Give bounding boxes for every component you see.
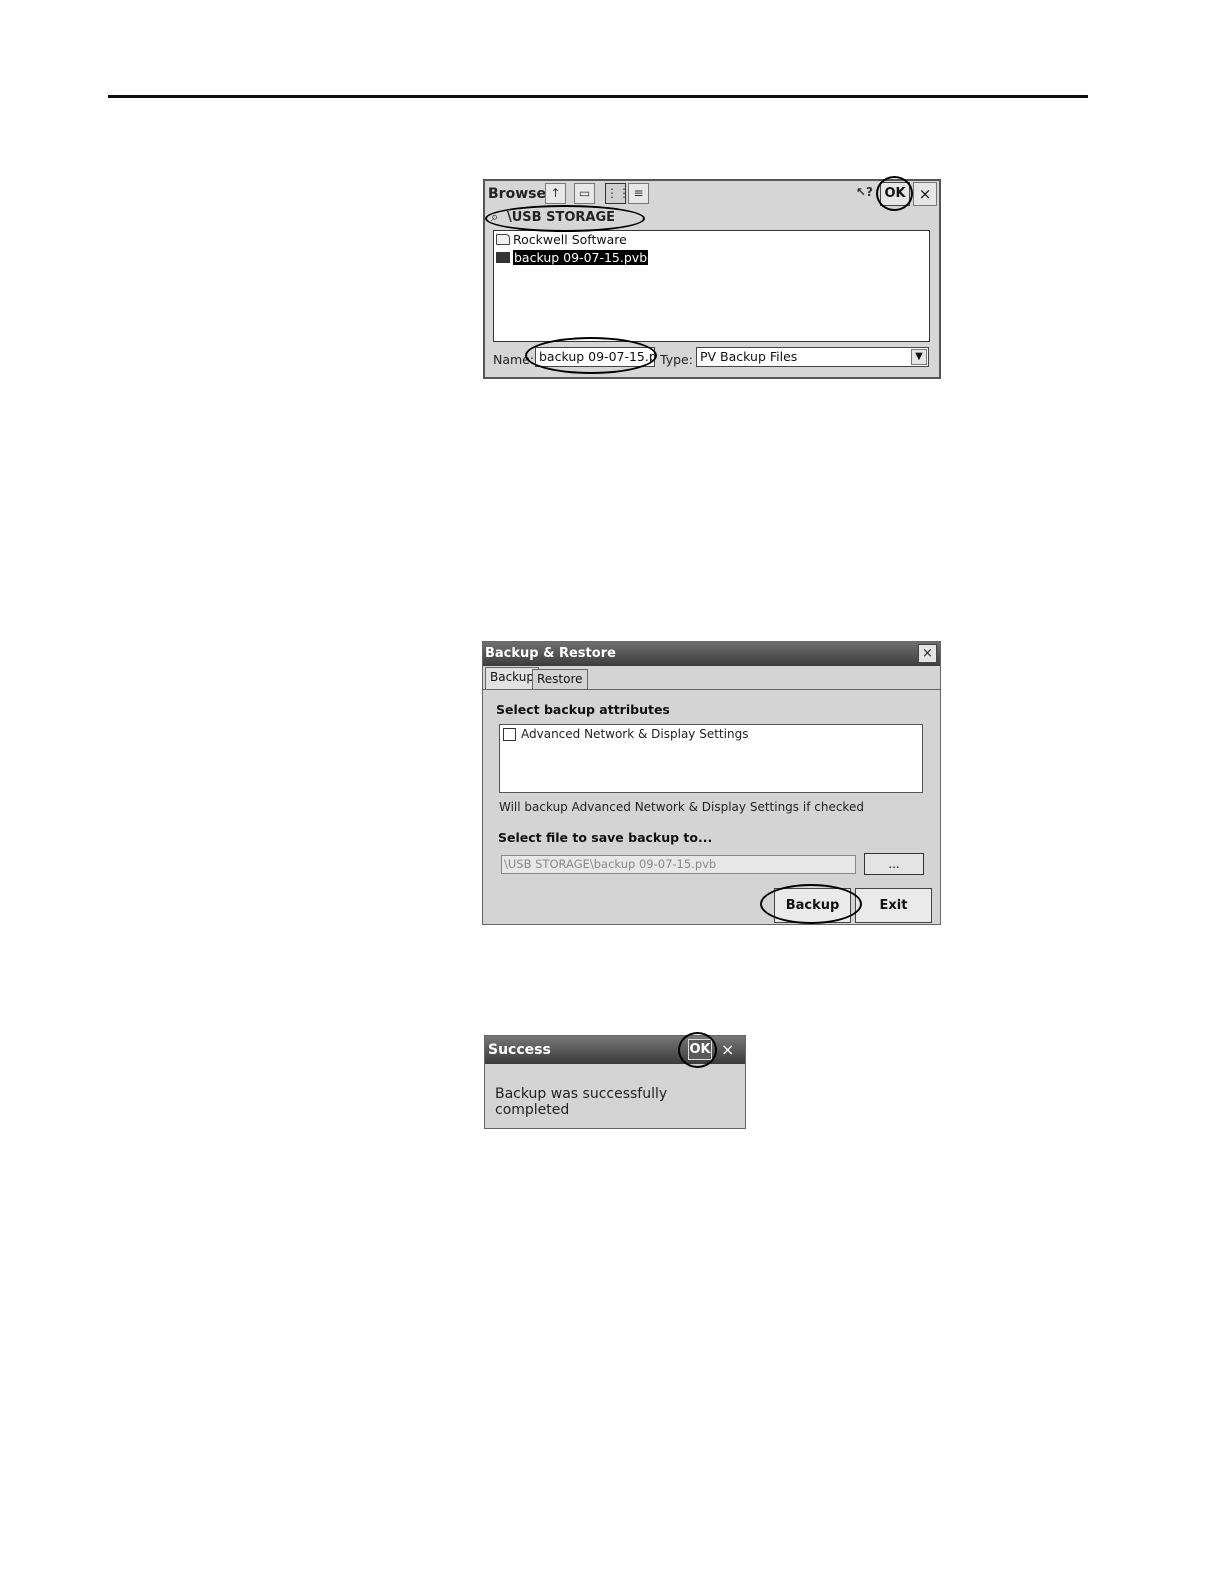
browse-ok-button[interactable]: OK — [880, 182, 910, 206]
drive-icon: ⌕ — [491, 210, 499, 225]
new-folder-icon[interactable]: ▭ — [574, 183, 595, 204]
current-path-label: \USB STORAGE — [507, 210, 616, 225]
file-heading: Select file to save backup to... — [498, 830, 713, 845]
file-list[interactable]: Rockwell Software backup 09-07-15.pvb — [493, 230, 930, 342]
help-cursor-icon[interactable]: ↖? — [854, 183, 875, 204]
dropdown-arrow-icon[interactable]: ▼ — [911, 349, 927, 365]
exit-button[interactable]: Exit — [855, 888, 932, 923]
browse-title: Browse — [488, 186, 546, 202]
success-ok-button[interactable]: OK — [688, 1039, 712, 1060]
type-select-value: PV Backup Files — [700, 349, 798, 364]
backup-title: Backup & Restore — [485, 646, 616, 661]
up-folder-icon[interactable]: ↑ — [545, 183, 566, 204]
type-label: Type: — [660, 352, 693, 367]
browse-file-button[interactable]: ... — [864, 853, 924, 875]
pvb-file-icon — [496, 252, 510, 263]
success-dialog: Success OK × Backup was successfully com… — [484, 1035, 746, 1129]
advanced-settings-checkbox[interactable] — [503, 728, 516, 741]
list-item[interactable]: Rockwell Software — [496, 232, 627, 248]
details-view-icon[interactable]: ≡ — [628, 183, 649, 204]
file-name: Rockwell Software — [513, 232, 627, 247]
name-label: Name: — [493, 352, 535, 367]
folder-icon — [496, 234, 510, 245]
backup-button[interactable]: Backup — [774, 888, 851, 923]
file-name: backup 09-07-15.pvb — [513, 250, 649, 265]
success-titlebar: Success OK × — [485, 1036, 745, 1064]
backup-restore-dialog: Backup & Restore × Backup Restore Select… — [482, 641, 941, 925]
tab-divider — [483, 689, 940, 690]
current-path: ⌕ \USB STORAGE — [491, 210, 615, 225]
attribute-list: Advanced Network & Display Settings — [499, 724, 923, 793]
advanced-settings-label[interactable]: Advanced Network & Display Settings — [521, 727, 748, 741]
backup-file-path-field: \USB STORAGE\backup 09-07-15.pvb — [501, 855, 856, 874]
backup-titlebar: Backup & Restore × — [483, 642, 940, 666]
type-select[interactable]: PV Backup Files ▼ — [696, 347, 929, 367]
tab-backup[interactable]: Backup — [485, 667, 539, 690]
browse-close-button[interactable]: × — [913, 182, 937, 206]
backup-close-button[interactable]: × — [918, 644, 937, 663]
tab-restore[interactable]: Restore — [532, 669, 588, 689]
success-close-button[interactable]: × — [721, 1040, 734, 1059]
success-message: Backup was successfully completed — [495, 1086, 668, 1118]
list-item[interactable]: backup 09-07-15.pvb — [496, 250, 649, 266]
page-header-rule — [108, 95, 1088, 98]
success-title: Success — [488, 1042, 551, 1058]
name-input[interactable]: backup 09-07-15.p — [535, 347, 655, 367]
browse-dialog: Browse ↑ ▭ ⋮⋮ ≡ ↖? OK × ⌕ \USB STORAGE Ro… — [483, 179, 941, 379]
attributes-heading: Select backup attributes — [496, 702, 670, 717]
attribute-hint: Will backup Advanced Network & Display S… — [499, 800, 864, 814]
list-view-icon[interactable]: ⋮⋮ — [605, 183, 630, 204]
